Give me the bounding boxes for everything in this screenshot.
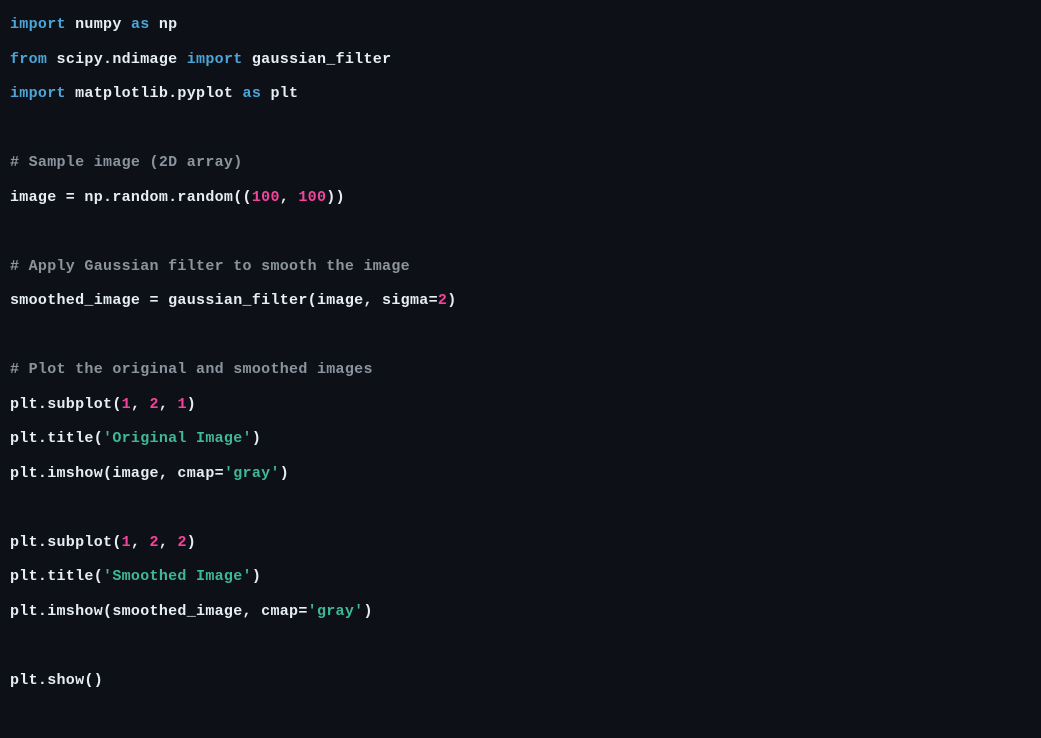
code-text: plt.title( <box>10 430 103 447</box>
number-1: 1 <box>177 396 186 413</box>
code-line-1: import numpy as np <box>10 8 1031 43</box>
func-gaussian-filter: gaussian_filter <box>243 51 392 68</box>
code-line-6: image = np.random.random((100, 100)) <box>10 181 1031 216</box>
code-text: plt.title( <box>10 568 103 585</box>
blank-line-4 <box>10 112 1031 147</box>
code-text: ) <box>447 292 456 309</box>
alias-plt: plt <box>261 85 298 102</box>
number-2: 2 <box>150 534 159 551</box>
code-text: , <box>159 396 178 413</box>
blank-line-15 <box>10 491 1031 526</box>
code-line-5: # Sample image (2D array) <box>10 146 1031 181</box>
code-line-14: plt.imshow(image, cmap='gray') <box>10 457 1031 492</box>
alias-np: np <box>150 16 178 33</box>
code-line-12: plt.subplot(1, 2, 1) <box>10 388 1031 423</box>
module-numpy: numpy <box>66 16 131 33</box>
keyword-import: import <box>10 85 66 102</box>
blank-line-10 <box>10 319 1031 354</box>
code-line-9: smoothed_image = gaussian_filter(image, … <box>10 284 1031 319</box>
number-2: 2 <box>150 396 159 413</box>
number-2: 2 <box>177 534 186 551</box>
string-original-image: 'Original Image' <box>103 430 252 447</box>
string-gray: 'gray' <box>224 465 280 482</box>
code-line-11: # Plot the original and smoothed images <box>10 353 1031 388</box>
number-100: 100 <box>252 189 280 206</box>
number-100: 100 <box>298 189 326 206</box>
code-text: plt.subplot( <box>10 534 122 551</box>
string-gray: 'gray' <box>308 603 364 620</box>
code-block: import numpy as np from scipy.ndimage im… <box>10 8 1031 698</box>
number-1: 1 <box>122 396 131 413</box>
code-text: smoothed_image = gaussian_filter(image, … <box>10 292 438 309</box>
module-matplotlib: matplotlib.pyplot <box>66 85 243 102</box>
code-text: ) <box>252 568 261 585</box>
keyword-as: as <box>243 85 262 102</box>
code-line-3: import matplotlib.pyplot as plt <box>10 77 1031 112</box>
code-text: ) <box>280 465 289 482</box>
string-smoothed-image: 'Smoothed Image' <box>103 568 252 585</box>
comment-apply-gaussian: # Apply Gaussian filter to smooth the im… <box>10 258 410 275</box>
code-line-2: from scipy.ndimage import gaussian_filte… <box>10 43 1031 78</box>
keyword-as: as <box>131 16 150 33</box>
blank-line-19 <box>10 629 1031 664</box>
code-text: , <box>280 189 299 206</box>
code-line-16: plt.subplot(1, 2, 2) <box>10 526 1031 561</box>
blank-line-7 <box>10 215 1031 250</box>
code-text: ) <box>252 430 261 447</box>
code-text: ) <box>363 603 372 620</box>
comment-sample-image: # Sample image (2D array) <box>10 154 243 171</box>
comment-plot: # Plot the original and smoothed images <box>10 361 373 378</box>
code-text: )) <box>326 189 345 206</box>
code-line-8: # Apply Gaussian filter to smooth the im… <box>10 250 1031 285</box>
code-text: , <box>131 396 150 413</box>
code-line-20: plt.show() <box>10 664 1031 699</box>
code-line-17: plt.title('Smoothed Image') <box>10 560 1031 595</box>
code-line-18: plt.imshow(smoothed_image, cmap='gray') <box>10 595 1031 630</box>
keyword-from: from <box>10 51 47 68</box>
code-text: plt.imshow(smoothed_image, cmap= <box>10 603 308 620</box>
code-text: ) <box>187 396 196 413</box>
keyword-import: import <box>187 51 243 68</box>
code-text: ) <box>187 534 196 551</box>
code-text: plt.subplot( <box>10 396 122 413</box>
code-text: image = np.random.random(( <box>10 189 252 206</box>
code-line-13: plt.title('Original Image') <box>10 422 1031 457</box>
code-text: , <box>159 534 178 551</box>
keyword-import: import <box>10 16 66 33</box>
number-2: 2 <box>438 292 447 309</box>
code-text: plt.imshow(image, cmap= <box>10 465 224 482</box>
number-1: 1 <box>122 534 131 551</box>
module-scipy: scipy.ndimage <box>47 51 187 68</box>
code-text: plt.show() <box>10 672 103 689</box>
code-text: , <box>131 534 150 551</box>
